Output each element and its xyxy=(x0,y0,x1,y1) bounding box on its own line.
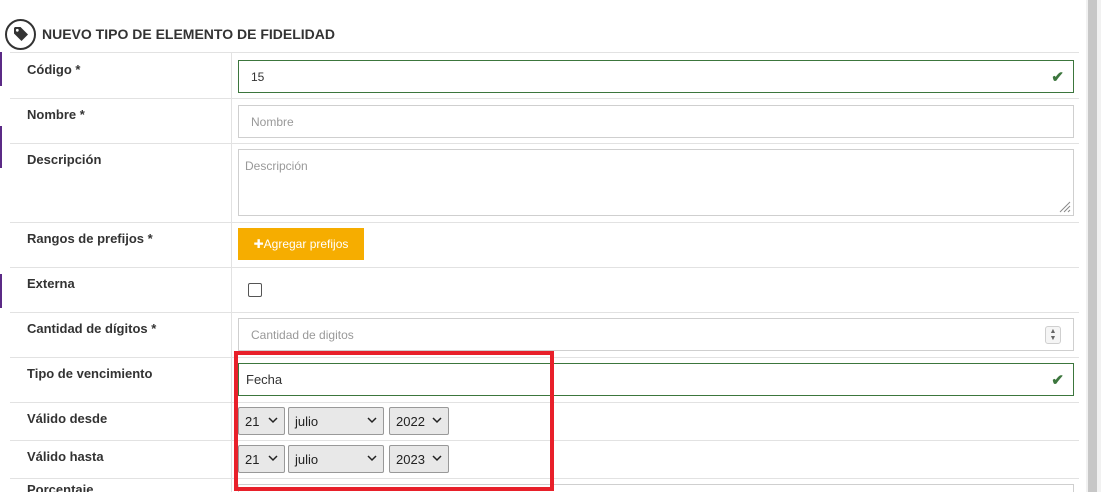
valido-desde-label: Válido desde xyxy=(27,411,108,426)
page: NUEVO TIPO DE ELEMENTO DE FIDELIDAD Códi… xyxy=(0,0,1101,492)
number-stepper[interactable]: ▲ ▼ xyxy=(1045,326,1061,344)
form-row-rangos: Rangos de prefijos * xyxy=(10,222,1079,267)
descripcion-label: Descripción xyxy=(27,152,102,167)
sidebar-accent-bar xyxy=(0,126,2,168)
codigo-label: Código * xyxy=(27,62,81,77)
codigo-field[interactable]: 15 ✔ xyxy=(238,60,1074,93)
partial-row-label: Porcentaje xyxy=(27,482,94,492)
resize-grip-icon[interactable] xyxy=(1059,201,1071,213)
sidebar-accent-bar xyxy=(0,274,2,308)
codigo-value: 15 xyxy=(251,69,265,84)
highlight-annotation-box xyxy=(234,351,554,491)
externa-label: Externa xyxy=(27,276,75,291)
stepper-down-icon[interactable]: ▼ xyxy=(1050,335,1057,342)
valid-check-icon: ✔ xyxy=(1051,69,1064,86)
tipo-vencimiento-label: Tipo de vencimiento xyxy=(27,366,153,381)
nombre-label: Nombre * xyxy=(27,107,85,122)
cantidad-field[interactable]: Cantidad de digitos ▲ ▼ xyxy=(238,318,1074,351)
vertical-scrollbar[interactable] xyxy=(1086,0,1101,492)
cantidad-label: Cantidad de dígitos * xyxy=(27,321,157,336)
valid-check-icon: ✔ xyxy=(1051,372,1064,389)
descripcion-textarea[interactable]: Descripción xyxy=(238,149,1074,216)
descripcion-placeholder: Descripción xyxy=(245,159,308,173)
page-title: NUEVO TIPO DE ELEMENTO DE FIDELIDAD xyxy=(42,26,335,42)
cantidad-placeholder: Cantidad de digitos xyxy=(251,327,354,342)
nombre-placeholder: Nombre xyxy=(251,114,294,129)
valido-hasta-label: Válido hasta xyxy=(27,449,104,464)
tag-icon xyxy=(5,18,36,50)
add-prefixes-button[interactable]: ✚Agregar prefijos xyxy=(238,228,364,260)
sidebar-accent-bar xyxy=(0,52,2,86)
stepper-up-icon[interactable]: ▲ xyxy=(1050,328,1057,335)
form-row-externa: Externa xyxy=(10,267,1079,312)
form-header: NUEVO TIPO DE ELEMENTO DE FIDELIDAD xyxy=(5,17,335,51)
scrollbar-thumb[interactable] xyxy=(1088,0,1097,492)
nombre-field[interactable]: Nombre xyxy=(238,105,1074,138)
rangos-label: Rangos de prefijos * xyxy=(27,231,153,246)
externa-checkbox[interactable] xyxy=(248,283,262,297)
